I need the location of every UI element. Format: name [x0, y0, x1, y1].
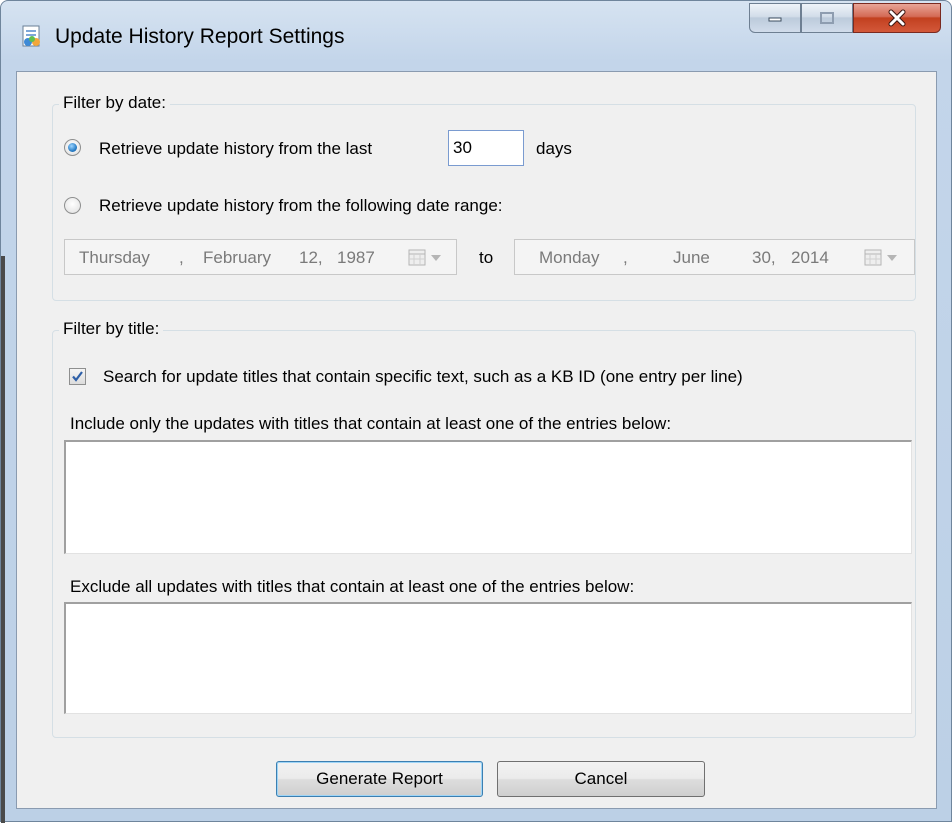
minimize-button[interactable] [749, 3, 801, 33]
to-year: 2014 [791, 248, 829, 267]
date-comma: , [623, 248, 628, 267]
filter-by-date-legend: Filter by date: [59, 93, 170, 113]
include-entries-textarea[interactable] [64, 440, 912, 554]
filter-by-title-legend: Filter by title: [59, 319, 164, 339]
days-count-input[interactable] [448, 130, 524, 166]
date-range-label: Retrieve update history from the followi… [99, 196, 503, 215]
dialog-window: Update History Report Settings Filter by… [0, 0, 952, 823]
from-day: 12, [299, 248, 323, 267]
to-date-picker[interactable]: Monday , June 30, 2014 [514, 239, 915, 275]
dialog-client-area: Filter by date: Retrieve update history … [16, 71, 937, 809]
close-icon [854, 4, 940, 32]
search-titles-checkbox[interactable] [69, 368, 86, 385]
window-title: Update History Report Settings [55, 25, 345, 48]
from-month: February [203, 248, 272, 267]
checkmark-icon [72, 371, 83, 382]
report-settings-icon [21, 25, 43, 49]
generate-report-button[interactable]: Generate Report [276, 761, 483, 797]
exclude-label: Exclude all updates with titles that con… [70, 577, 635, 596]
minimize-icon [750, 4, 800, 32]
days-label: days [536, 139, 572, 158]
caption-buttons [749, 3, 941, 33]
date-comma: , [179, 248, 184, 267]
calendar-dropdown-icon[interactable] [861, 247, 905, 269]
from-weekday: Thursday [79, 248, 150, 267]
date-range-radio[interactable] [64, 197, 81, 214]
window-left-edge [1, 256, 5, 823]
include-label: Include only the updates with titles tha… [70, 414, 672, 433]
close-button[interactable] [853, 3, 941, 33]
from-date-picker[interactable]: Thursday , February 12, 1987 [64, 239, 457, 275]
last-days-radio[interactable] [64, 139, 81, 156]
date-range-to-label: to [479, 248, 494, 267]
maximize-button[interactable] [801, 3, 853, 33]
search-titles-label: Search for update titles that contain sp… [103, 367, 743, 386]
to-weekday: Monday [539, 248, 600, 267]
from-year: 1987 [337, 248, 375, 267]
calendar-dropdown-icon[interactable] [405, 247, 449, 269]
last-days-label: Retrieve update history from the last [99, 139, 373, 158]
radio-selected-dot [68, 143, 77, 152]
to-month: June [673, 248, 710, 267]
exclude-entries-textarea[interactable] [64, 602, 912, 714]
title-bar[interactable]: Update History Report Settings [1, 1, 952, 71]
maximize-icon [802, 4, 852, 32]
to-day: 30, [752, 248, 776, 267]
cancel-button[interactable]: Cancel [497, 761, 705, 797]
